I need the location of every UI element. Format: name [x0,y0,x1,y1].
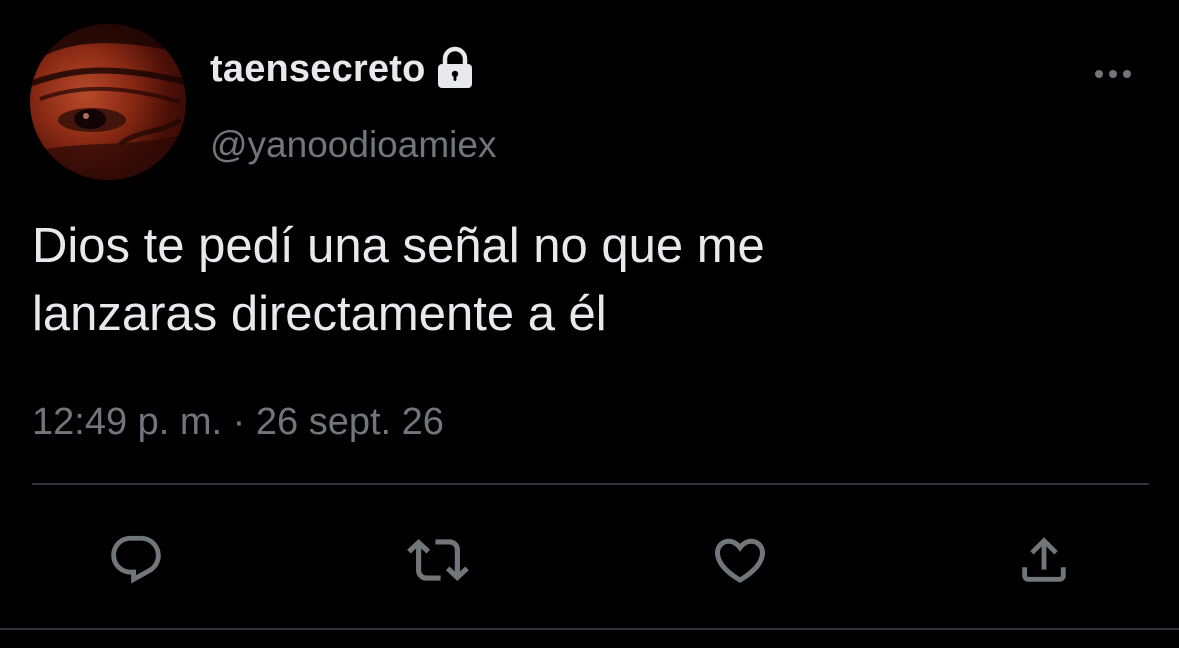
more-button[interactable] [1091,62,1135,86]
reply-button[interactable] [104,528,168,592]
display-name[interactable]: taensecreto [210,46,478,92]
user-handle[interactable]: @yanoodioamiex [210,122,496,168]
like-icon [714,538,766,583]
profile-photo [30,24,186,180]
tweet-timestamp[interactable]: 12:49 p. m. · 26 sept. 26 [32,398,444,446]
tweet-text: Dios te pedí una señal no que me lanzara… [32,219,765,341]
like-button[interactable] [708,528,772,592]
more-horizontal-icon [1095,70,1131,78]
bottom-divider [0,628,1179,630]
share-icon [1022,537,1066,582]
divider [32,483,1149,485]
avatar[interactable] [30,24,186,180]
retweet-button[interactable] [406,528,470,592]
share-button[interactable] [1012,528,1076,592]
reply-icon [111,535,161,584]
retweet-icon [407,539,469,581]
display-name-text: taensecreto [210,48,426,90]
lock-icon [432,46,478,92]
